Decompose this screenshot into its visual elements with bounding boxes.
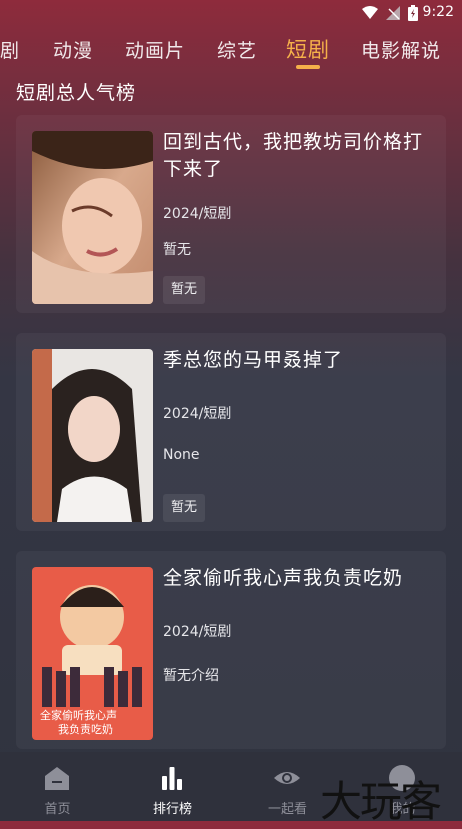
card-title[interactable]: 季总您的马甲叒掉了 bbox=[163, 347, 433, 374]
poster-image[interactable] bbox=[32, 131, 153, 304]
card-title[interactable]: 回到古代，我把教坊司价格打下来了 bbox=[163, 129, 433, 183]
poster-image[interactable] bbox=[32, 349, 153, 522]
card-year-category: 2024/短剧 bbox=[163, 406, 232, 422]
tab-anime[interactable]: 动漫 bbox=[53, 36, 93, 63]
tab-animation[interactable]: 动画片 bbox=[125, 36, 185, 63]
poster-title-line-2: 我负责吃奶 bbox=[58, 722, 113, 736]
card-title[interactable]: 全家偷听我心声我负责吃奶 bbox=[163, 565, 433, 592]
card-description: 暂无介绍 bbox=[163, 668, 219, 684]
signal-icon bbox=[386, 6, 400, 20]
card-description: None bbox=[163, 447, 200, 463]
poster-image[interactable]: 全家偷听我心声 我负责吃奶 bbox=[32, 567, 153, 740]
ranking-card[interactable]: 季总您的马甲叒掉了 2024/短剧 None 暂无 bbox=[16, 333, 446, 531]
category-tabs: 剧 动漫 动画片 综艺 短剧 电影解说 bbox=[0, 28, 462, 72]
card-year-category: 2024/短剧 bbox=[163, 624, 232, 640]
ranking-card[interactable]: 回到古代，我把教坊司价格打下来了 2024/短剧 暂无 暂无 bbox=[16, 115, 446, 313]
card-tag: 暂无 bbox=[163, 494, 206, 522]
watermark-text: 大玩客 bbox=[320, 777, 442, 826]
wifi-icon bbox=[362, 6, 378, 19]
tab-variety[interactable]: 综艺 bbox=[217, 36, 257, 63]
ranking-card[interactable]: 全家偷听我心声 我负责吃奶 全家偷听我心声我负责吃奶 2024/短剧 暂无介绍 bbox=[16, 551, 446, 749]
nav-label: 首页 bbox=[44, 802, 71, 817]
tab-indicator bbox=[296, 65, 320, 69]
status-bar: 9:22 bbox=[0, 0, 462, 26]
nav-home[interactable]: 首页 bbox=[0, 752, 115, 821]
tab-drama[interactable]: 剧 bbox=[0, 36, 20, 63]
poster-title-line-1: 全家偷听我心声 bbox=[40, 708, 117, 722]
nav-label: 排行榜 bbox=[152, 802, 192, 817]
home-icon bbox=[45, 767, 69, 790]
eye-icon bbox=[274, 772, 300, 784]
tab-short-drama[interactable]: 短剧 bbox=[286, 34, 330, 64]
status-time: 9:22 bbox=[422, 4, 454, 20]
card-tag: 暂无 bbox=[163, 276, 206, 304]
nav-ranking[interactable]: 排行榜 bbox=[115, 752, 230, 821]
card-description: 暂无 bbox=[163, 242, 191, 258]
section-title: 短剧总人气榜 bbox=[16, 82, 137, 104]
bar-chart-icon bbox=[162, 767, 182, 790]
card-year-category: 2024/短剧 bbox=[163, 206, 232, 222]
battery-icon bbox=[408, 5, 418, 21]
tab-movie-commentary[interactable]: 电影解说 bbox=[361, 36, 441, 63]
